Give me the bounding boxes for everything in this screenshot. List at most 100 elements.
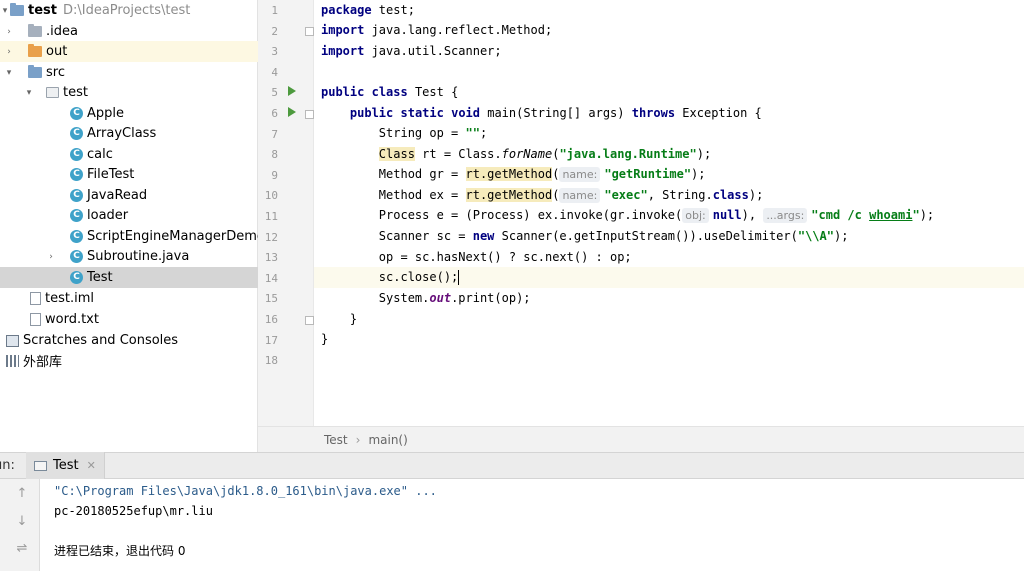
keyword: import (321, 44, 365, 58)
parameter-hint: obj: (682, 208, 709, 223)
tree-item-test-class[interactable]: C Test (0, 267, 258, 288)
code-line-13: op = sc.hasNext() ? sc.next() : op; (321, 247, 632, 268)
chevron-down-icon[interactable]: ▾ (4, 68, 14, 78)
keyword: import (321, 23, 365, 37)
tree-item-label: JavaRead (87, 188, 148, 203)
static-method: forName (501, 147, 553, 161)
string-literal: "java.lang.Runtime" (559, 147, 697, 161)
code-editor[interactable]: package test; import java.lang.reflect.M… (314, 0, 1024, 426)
code-text: ); (748, 188, 764, 202)
fold-icon[interactable] (305, 316, 314, 325)
editor-gutter: 1 2 3 4 5 6 7 8 9 10 11 12 13 14 15 16 1… (258, 0, 314, 426)
code-line-2: import java.lang.reflect.Method; (321, 20, 552, 41)
chevron-right-icon[interactable]: › (4, 27, 14, 37)
tree-item-calc[interactable]: C calc (0, 144, 258, 165)
line-number: 17 (264, 334, 278, 347)
line-number: 2 (271, 25, 278, 38)
line-number: 18 (264, 354, 278, 367)
arrow-up-icon[interactable]: ↑ (14, 486, 30, 502)
string-literal: "\\A" (797, 229, 834, 243)
tree-item-arrayclass[interactable]: C ArrayClass (0, 123, 258, 144)
tree-item-scratches[interactable]: Scratches and Consoles (0, 330, 258, 351)
tree-item-scriptenginemanagerdemo[interactable]: C ScriptEngineManagerDemo (0, 226, 265, 247)
run-method-icon[interactable] (288, 107, 296, 117)
warning-highlight: rt.getMethod (465, 167, 553, 181)
tree-item-filetest[interactable]: C FileTest (0, 164, 258, 185)
chevron-right-icon[interactable]: › (46, 252, 56, 262)
keyword: class (371, 85, 408, 99)
text-file-icon (30, 313, 41, 326)
class-icon: C (70, 271, 83, 284)
tree-item-apple[interactable]: C Apple (0, 103, 258, 124)
code-text: test; (371, 3, 415, 17)
tree-item-label: ArrayClass (87, 126, 157, 141)
tree-item-label: src (46, 65, 65, 80)
code-line-9: Method gr = rt.getMethod(name: "getRuntim… (321, 164, 706, 185)
tree-item-src[interactable]: ▾ src (0, 62, 258, 83)
wrap-icon[interactable]: ⇌ (14, 541, 30, 557)
fold-icon[interactable] (305, 27, 314, 36)
code-text: Test { (407, 85, 459, 99)
tab-run-test[interactable]: Test ✕ (26, 452, 105, 479)
line-number: 3 (271, 45, 278, 58)
warning-highlight: Class (378, 147, 415, 161)
tree-item-word-txt[interactable]: word.txt (0, 309, 258, 330)
fold-icon[interactable] (305, 110, 314, 119)
text-caret (458, 270, 460, 285)
breadcrumb-item-class[interactable]: Test (324, 433, 348, 447)
class-icon: C (70, 148, 83, 161)
tree-item-loader[interactable]: C loader (0, 205, 258, 226)
code-line-8: Class rt = Class.forName("java.lang.Runt… (321, 144, 711, 165)
folder-icon (28, 24, 42, 37)
keyword: package (321, 3, 372, 17)
chevron-right-icon[interactable]: › (4, 47, 14, 57)
code-line-16: } (321, 309, 357, 330)
code-text: Method gr = (378, 167, 466, 181)
tree-item-javaread[interactable]: C JavaRead (0, 185, 258, 206)
tree-root[interactable]: ▾ test D:\IdeaProjects\test (0, 0, 258, 21)
line-number: 16 (264, 313, 278, 326)
breadcrumb-item-method[interactable]: main() (368, 433, 407, 447)
code-text: rt = Class. (414, 147, 502, 161)
code-line-12: Scanner sc = new Scanner(e.getInputStrea… (321, 226, 849, 247)
code-text: sc.close(); (378, 270, 459, 284)
tree-item-label: test (63, 85, 88, 100)
console-line: "C:\Program Files\Java\jdk1.8.0_161\bin\… (54, 484, 437, 498)
tree-item-idea[interactable]: › .idea (0, 21, 258, 42)
keyword: static (400, 106, 444, 120)
keyword: null (712, 208, 742, 222)
code-text: Exception { (675, 106, 762, 120)
code-text: ); (919, 208, 935, 222)
arrow-down-icon[interactable]: ↓ (14, 514, 30, 530)
tree-item-external-libraries[interactable]: 外部库 (0, 350, 258, 371)
tree-item-out[interactable]: › out (0, 41, 258, 62)
tree-item-test-iml[interactable]: test.iml (0, 288, 258, 309)
console-output[interactable]: "C:\Program Files\Java\jdk1.8.0_161\bin\… (41, 479, 1024, 571)
chevron-down-icon[interactable]: ▾ (24, 88, 34, 98)
keyword: public (349, 106, 394, 120)
code-text: ( (552, 188, 560, 202)
folder-icon (28, 44, 42, 57)
code-text: } (321, 332, 329, 346)
class-icon: C (70, 189, 83, 202)
tree-item-subroutine[interactable]: › C Subroutine.java (0, 246, 258, 267)
chevron-down-icon[interactable]: ▾ (0, 6, 10, 16)
code-text: main(String[] args) (480, 106, 632, 120)
tree-item-package-test[interactable]: ▾ test (0, 82, 258, 103)
close-icon[interactable]: ✕ (87, 459, 96, 472)
source-folder-icon (28, 65, 42, 78)
code-text: .print(op); (451, 291, 531, 305)
breadcrumb: Test › main() (258, 426, 1024, 452)
tree-item-label: .idea (46, 24, 78, 39)
parameter-hint: name: (559, 167, 601, 182)
string-literal: whoami (869, 208, 913, 222)
run-label: un: (0, 458, 15, 473)
line-number: 11 (264, 210, 278, 223)
library-icon (6, 354, 19, 367)
run-class-icon[interactable] (288, 86, 296, 96)
code-text: Process e = (Process) ex.invoke(gr.invok… (378, 208, 683, 222)
breadcrumb-separator: › (355, 432, 361, 447)
keyword: new (472, 229, 495, 243)
code-text: java.util.Scanner; (364, 44, 502, 58)
parameter-hint: ...args: (763, 208, 808, 223)
